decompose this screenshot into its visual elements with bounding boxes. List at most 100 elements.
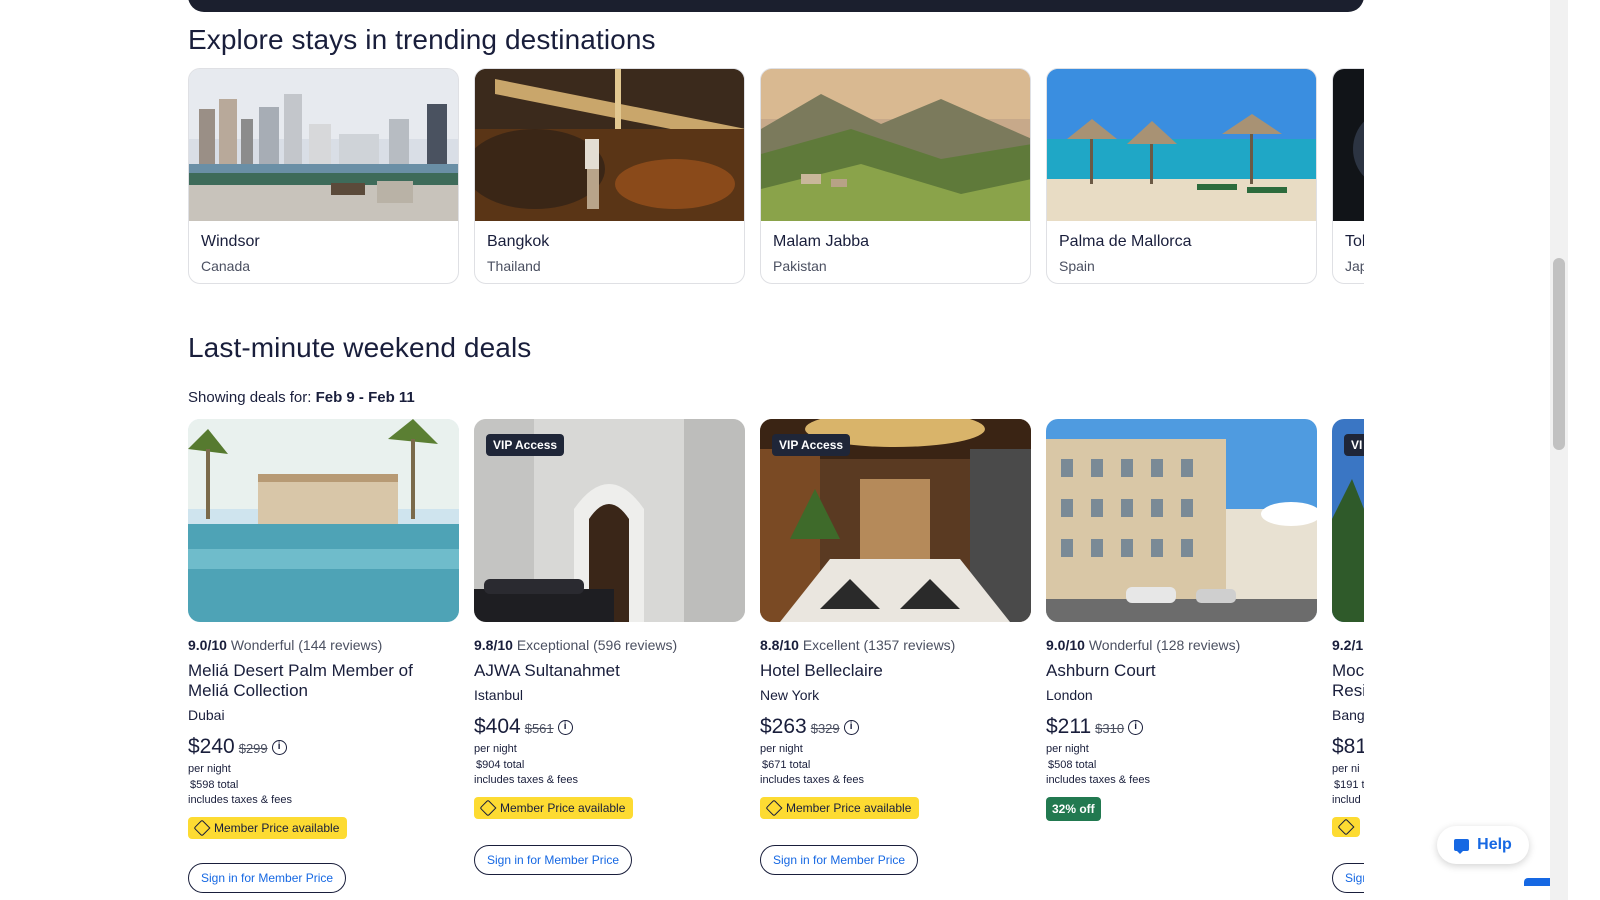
member-price-badge: Member Price available — [760, 797, 920, 819]
hotel-rating: 9.2/1 — [1332, 637, 1363, 653]
destination-image-bangkok — [475, 69, 744, 221]
deals-date-range: Feb 9 - Feb 11 — [315, 389, 415, 406]
per-night-label: per night — [188, 763, 231, 775]
hotel-city: London — [1046, 687, 1093, 703]
destination-card-palma-de-mallorca[interactable]: Palma de Mallorca Spain — [1046, 68, 1317, 284]
total-price: $671 total — [762, 759, 811, 771]
destination-name: Palma de Mallorca — [1059, 233, 1192, 250]
per-night-label: per night — [1046, 743, 1089, 755]
info-icon[interactable]: i — [1128, 719, 1144, 735]
destination-country: Canada — [201, 258, 251, 274]
member-price-badge: Member Price available — [188, 817, 348, 839]
destination-name: Bangkok — [487, 233, 550, 250]
deal-card-hotel-belleclaire[interactable]: VIP Access 8.8/10 Excellent (1357 review… — [760, 419, 1031, 889]
taxes-note: includes taxes & fees — [474, 774, 578, 786]
hotel-image — [1046, 419, 1317, 622]
rating-text: Exceptional (596 reviews) — [516, 637, 678, 653]
hotel-city: Bang — [1332, 707, 1364, 723]
hotel-name[interactable]: Meliá Desert Palm Member of Meliá Collec… — [188, 661, 456, 701]
sign-in-member-price-button[interactable]: Sign in for Member Price — [474, 845, 633, 875]
sign-in-member-price-button[interactable]: Sign — [1332, 863, 1364, 893]
sign-in-member-price-button[interactable]: Sign in for Member Price — [760, 845, 919, 875]
hero-banner-bottom — [188, 0, 1364, 12]
help-button[interactable]: Help — [1437, 826, 1529, 864]
total-price: $904 total — [476, 759, 525, 771]
hotel-price: $404 — [474, 715, 521, 738]
deals-carousel: 9.0/10 Wonderful (144 reviews) Meliá Des… — [188, 419, 1364, 900]
sign-in-member-price-button[interactable]: Sign in for Member Price — [188, 863, 347, 893]
member-price-label: Member Price available — [500, 801, 626, 815]
member-price-label: Member Price available — [786, 801, 912, 815]
trending-section-title: Explore stays in trending destinations — [188, 24, 656, 55]
destination-country: Thailand — [487, 258, 541, 274]
deal-card-ajwa-sultanahmet[interactable]: VIP Access 9.8/10 Exceptional (596 revie… — [474, 419, 745, 889]
price-row: $263 $329 i — [760, 715, 859, 739]
price-row: $211 $310 i — [1046, 715, 1144, 739]
destination-card-bangkok[interactable]: Bangkok Thailand — [474, 68, 745, 284]
hotel-image — [188, 419, 459, 622]
destination-name: Tol — [1345, 233, 1364, 250]
hotel-price: $81 — [1332, 735, 1364, 758]
vip-access-badge: VIP Access — [772, 434, 851, 456]
hotel-name[interactable]: Ashburn Court — [1046, 661, 1314, 681]
member-price-label: Member Price available — [214, 821, 340, 835]
total-price: $191 to — [1334, 779, 1364, 791]
total-price: $508 total — [1048, 759, 1097, 771]
trending-carousel: Windsor Canada Bangkok Thailand Malam Ja… — [188, 68, 1364, 284]
info-icon[interactable]: i — [557, 719, 573, 735]
destination-image-malam-jabba — [761, 69, 1030, 221]
page-scrollbar[interactable] — [1550, 0, 1568, 900]
hotel-name[interactable]: Hotel Belleclaire — [760, 661, 1028, 681]
destination-image-windsor — [189, 69, 458, 221]
destination-country: Pakistan — [773, 258, 827, 274]
hotel-old-price: $310 — [1095, 721, 1125, 736]
hotel-name[interactable]: AJWA Sultanahmet — [474, 661, 742, 681]
tag-icon — [479, 799, 497, 817]
hotel-name-line-1: Moc — [1332, 661, 1364, 680]
tag-icon — [765, 799, 783, 817]
hotel-city: New York — [760, 687, 820, 703]
destination-image-palma — [1047, 69, 1316, 221]
deals-section-title: Last-minute weekend deals — [188, 332, 532, 363]
member-price-badge: Member Price available — [474, 797, 634, 819]
rating-score: 9.8/10 — [474, 637, 513, 653]
scrollbar-thumb[interactable] — [1553, 258, 1565, 450]
taxes-note: includes taxes & fees — [188, 794, 292, 806]
rating-score: 9.0/10 — [188, 637, 227, 653]
price-row: $404 $561 i — [474, 715, 573, 739]
hotel-city: Istanbul — [474, 687, 524, 703]
hotel-price: $211 — [1046, 715, 1092, 738]
hotel-rating: 9.0/10 Wonderful (128 reviews) — [1046, 637, 1240, 653]
destination-card-windsor[interactable]: Windsor Canada — [188, 68, 459, 284]
hotel-price: $263 — [760, 715, 807, 738]
destination-image-partial — [1333, 69, 1364, 221]
per-night-label: per ni — [1332, 763, 1360, 775]
per-night-label: per night — [760, 743, 803, 755]
hotel-name[interactable]: Moc Resi — [1332, 661, 1364, 701]
hotel-image: VIP Access — [474, 419, 745, 622]
hotel-rating: 8.8/10 Excellent (1357 reviews) — [760, 637, 955, 653]
deal-card-partial[interactable]: VI 9.2/1 Moc Resi Bang $81 per ni $191 t… — [1332, 419, 1364, 893]
taxes-note: includes taxes & fees — [1046, 774, 1150, 786]
hotel-image: VIP Access — [760, 419, 1031, 622]
hotel-old-price: $561 — [524, 721, 554, 736]
info-icon[interactable]: i — [843, 719, 859, 735]
discount-badge: 32% off — [1046, 797, 1101, 821]
rating-text: Wonderful (144 reviews) — [230, 637, 383, 653]
price-row: $240 $299 i — [188, 735, 287, 759]
destination-card-malam-jabba[interactable]: Malam Jabba Pakistan — [760, 68, 1031, 284]
tag-icon — [193, 819, 211, 837]
member-price-badge — [1332, 817, 1360, 837]
rating-score: 8.8/10 — [760, 637, 799, 653]
rating-score: 9.2/1 — [1332, 637, 1364, 653]
destination-country: Jap — [1345, 258, 1364, 274]
destination-card-partial[interactable]: Tol Jap — [1332, 68, 1364, 284]
destination-name: Windsor — [201, 233, 260, 250]
rating-text: Excellent (1357 reviews) — [802, 637, 956, 653]
price-row: $81 — [1332, 735, 1364, 759]
destination-name: Malam Jabba — [773, 233, 870, 250]
showing-deals-label: Showing deals for: — [188, 389, 312, 406]
deal-card-ashburn-court[interactable]: 9.0/10 Wonderful (128 reviews) Ashburn C… — [1046, 419, 1317, 889]
info-icon[interactable]: i — [271, 739, 287, 755]
deal-card-melia-desert-palm[interactable]: 9.0/10 Wonderful (144 reviews) Meliá Des… — [188, 419, 459, 893]
